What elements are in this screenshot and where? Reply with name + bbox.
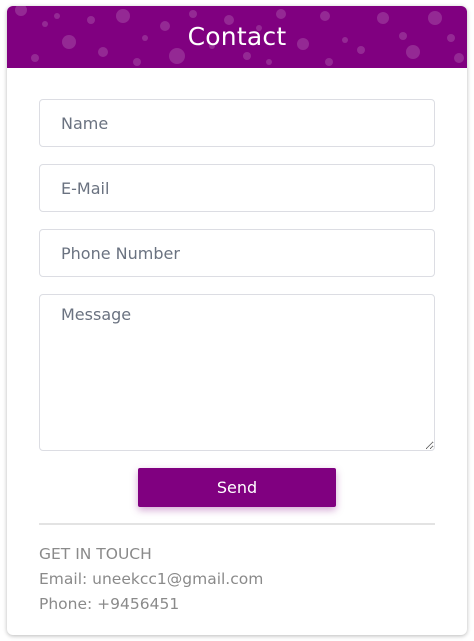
page-title: Contact [187, 22, 287, 51]
contact-header: Contact [7, 6, 467, 68]
message-textarea[interactable] [39, 294, 435, 451]
contact-card: Contact Send GET IN TOUCH Email: uneekcc… [7, 6, 467, 635]
get-in-touch-heading: GET IN TOUCH [39, 545, 152, 563]
section-divider [39, 523, 435, 525]
phone-input[interactable] [39, 229, 435, 277]
send-button[interactable]: Send [138, 468, 336, 507]
name-input[interactable] [39, 99, 435, 147]
phone-info: Phone: +9456451 [39, 595, 180, 613]
email-info: Email: uneekcc1@gmail.com [39, 570, 264, 588]
email-input[interactable] [39, 164, 435, 212]
